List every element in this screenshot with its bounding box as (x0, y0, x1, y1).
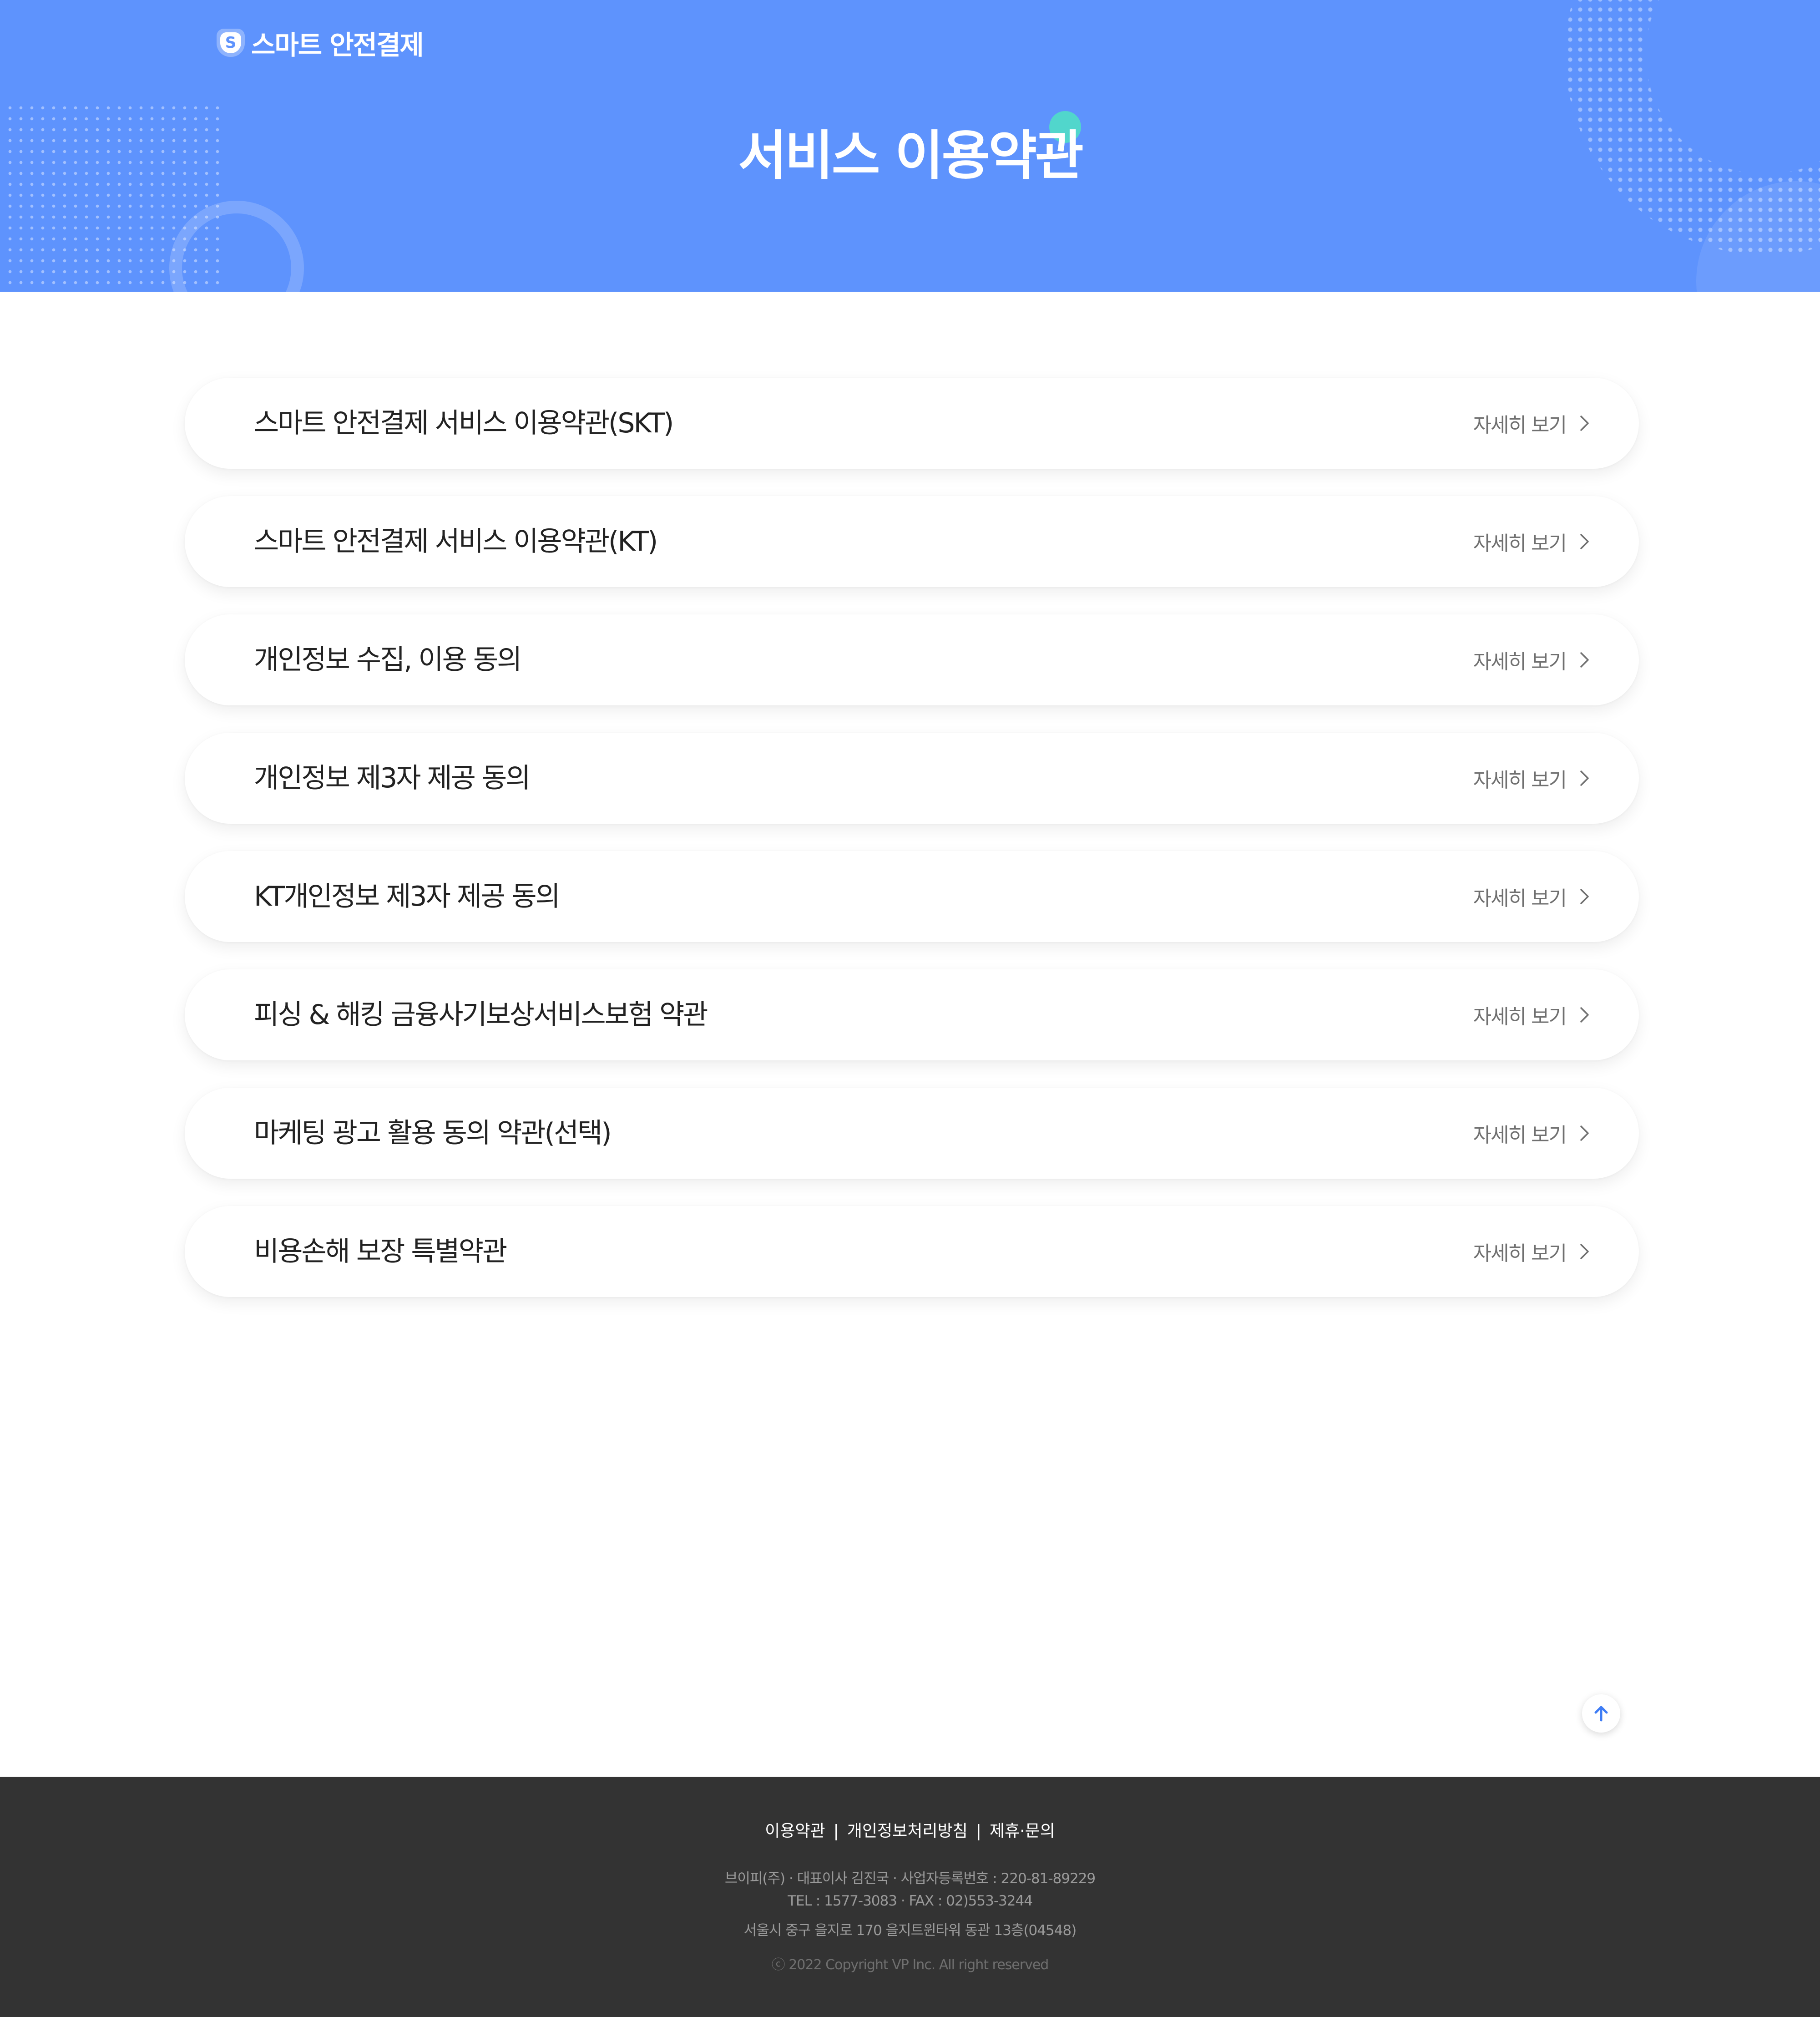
address-info: 서울시 중구 을지로 170 을지트윈타워 동관 13층(04548) (743, 1922, 1077, 1939)
view-details-label: 자세히 보기 (1473, 887, 1567, 910)
page-header: S 스마트 안전결제 서비스 이용약관 (0, 0, 1820, 292)
term-item-privacy-collection[interactable]: 개인정보 수집, 이용 동의 자세히 보기 (185, 614, 1639, 705)
logo-text: 스마트 안전결제 (251, 30, 424, 61)
view-details-link[interactable]: 자세히 보기 (1473, 969, 1591, 1060)
term-title: 개인정보 제3자 제공 동의 (254, 762, 531, 794)
term-title: 비용손해 보장 특별약관 (254, 1236, 507, 1267)
chevron-right-icon (1580, 652, 1589, 668)
chevron-right-icon (1580, 889, 1589, 904)
contact-info: TEL : 1577-3083 · FAX : 02)553-3244 (788, 1893, 1033, 1909)
scroll-to-top-button[interactable] (1582, 1694, 1620, 1733)
view-details-link[interactable]: 자세히 보기 (1473, 378, 1591, 469)
term-title: 피싱 & 해킹 금융사기보상서비스보험 약관 (254, 999, 708, 1031)
view-details-link[interactable]: 자세히 보기 (1473, 496, 1591, 587)
view-details-label: 자세히 보기 (1473, 650, 1567, 674)
term-title: 개인정보 수집, 이용 동의 (254, 644, 522, 676)
term-title: KT개인정보 제3자 제공 동의 (254, 881, 561, 912)
shield-s-icon: S (217, 29, 245, 57)
company-info: 브이피(주) · 대표이사 김진국 · 사업자등록번호 : 220-81-892… (724, 1870, 1096, 1887)
terms-list: 스마트 안전결제 서비스 이용약관(SKT) 자세히 보기 스마트 안전결제 서… (185, 378, 1639, 1324)
chevron-right-icon (1580, 1244, 1589, 1259)
term-item-kt[interactable]: 스마트 안전결제 서비스 이용약관(KT) 자세히 보기 (185, 496, 1639, 587)
chevron-right-icon (1580, 534, 1589, 549)
footer-link-terms[interactable]: 이용약관 (765, 1822, 825, 1840)
view-details-label: 자세히 보기 (1473, 1005, 1567, 1029)
chevron-right-icon (1580, 1125, 1589, 1141)
arrow-up-icon (1594, 1706, 1608, 1722)
view-details-link[interactable]: 자세히 보기 (1473, 1206, 1591, 1297)
page-title: 서비스 이용약관 (738, 125, 1083, 187)
view-details-label: 자세히 보기 (1473, 1124, 1567, 1147)
chevron-right-icon (1580, 416, 1589, 431)
footer-link-contact[interactable]: 제휴·문의 (990, 1822, 1055, 1840)
logo[interactable]: S 스마트 안전결제 (217, 24, 424, 62)
view-details-label: 자세히 보기 (1473, 414, 1567, 437)
view-details-link[interactable]: 자세히 보기 (1473, 733, 1591, 824)
term-item-skt[interactable]: 스마트 안전결제 서비스 이용약관(SKT) 자세히 보기 (185, 378, 1639, 469)
term-title: 스마트 안전결제 서비스 이용약관(KT) (254, 526, 658, 557)
footer-separator: | (833, 1822, 839, 1840)
view-details-label: 자세히 보기 (1473, 769, 1567, 792)
term-title: 마케팅 광고 활용 동의 약관(선택) (254, 1117, 612, 1149)
page-footer: 이용약관 | 개인정보처리방침 | 제휴·문의 브이피(주) · 대표이사 김진국 · … (0, 1777, 1820, 2017)
term-item-cost-loss[interactable]: 비용손해 보장 특별약관 자세히 보기 (185, 1206, 1639, 1297)
term-item-insurance[interactable]: 피싱 & 해킹 금융사기보상서비스보험 약관 자세히 보기 (185, 969, 1639, 1060)
term-item-third-party[interactable]: 개인정보 제3자 제공 동의 자세히 보기 (185, 733, 1639, 824)
view-details-link[interactable]: 자세히 보기 (1473, 1088, 1591, 1179)
chevron-right-icon (1580, 770, 1589, 786)
chevron-right-icon (1580, 1007, 1589, 1023)
footer-link-privacy[interactable]: 개인정보처리방침 (847, 1822, 968, 1840)
footer-separator: | (976, 1822, 981, 1840)
term-item-kt-third-party[interactable]: KT개인정보 제3자 제공 동의 자세히 보기 (185, 851, 1639, 942)
view-details-link[interactable]: 자세히 보기 (1473, 851, 1591, 942)
copyright: ⓒ 2022 Copyright VP Inc. All right reser… (771, 1957, 1049, 1973)
footer-links: 이용약관 | 개인정보처리방침 | 제휴·문의 (0, 1818, 1820, 1841)
view-details-label: 자세히 보기 (1473, 532, 1567, 555)
term-title: 스마트 안전결제 서비스 이용약관(SKT) (254, 407, 674, 439)
view-details-label: 자세히 보기 (1473, 1242, 1567, 1265)
view-details-link[interactable]: 자세히 보기 (1473, 614, 1591, 705)
term-item-marketing[interactable]: 마케팅 광고 활용 동의 약관(선택) 자세히 보기 (185, 1088, 1639, 1179)
logo-badge-letter: S (220, 32, 241, 53)
